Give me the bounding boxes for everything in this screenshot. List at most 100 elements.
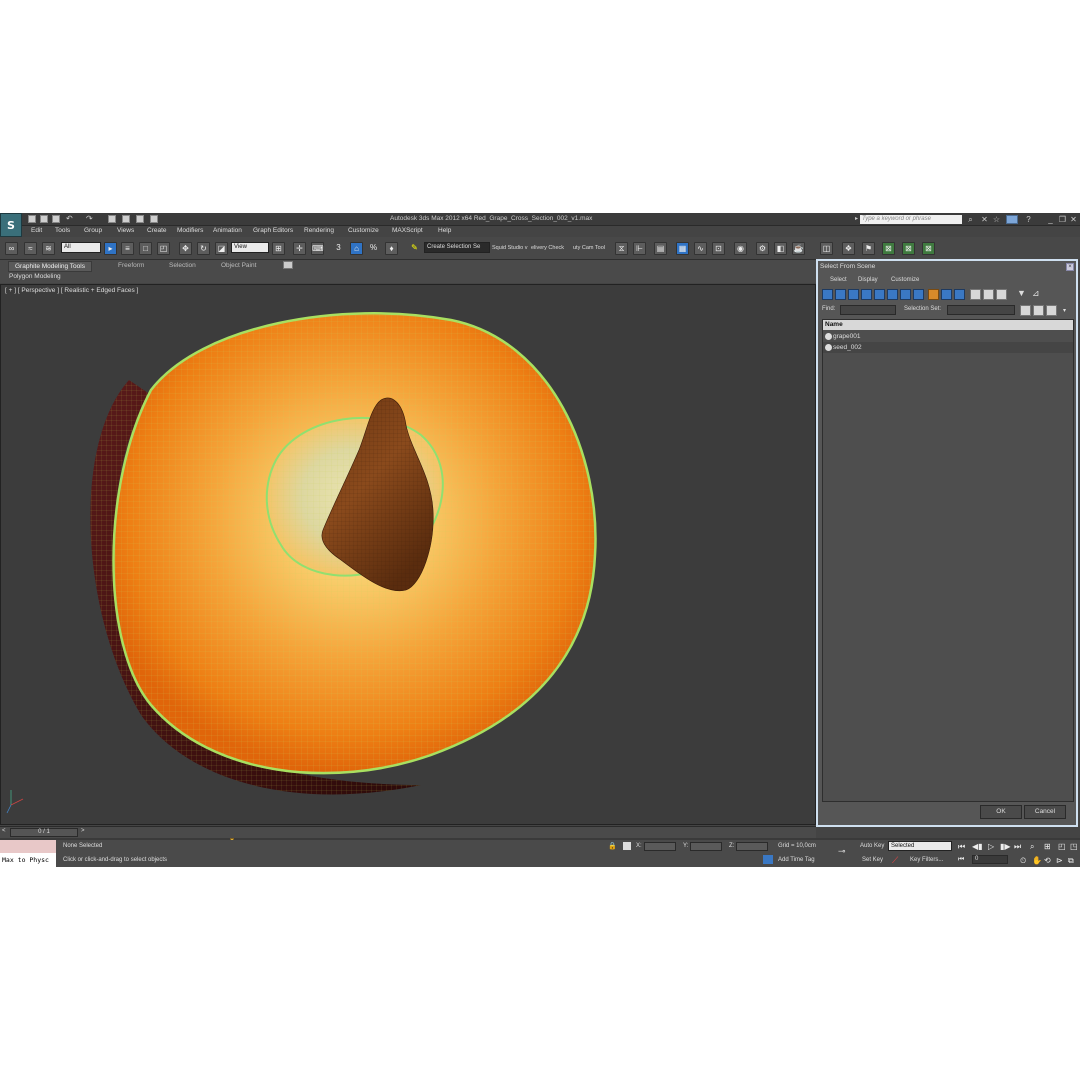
selection-filter-dropdown[interactable]: All	[61, 242, 101, 253]
zoom-extents-all-icon[interactable]: ◳	[1070, 842, 1078, 851]
tab-graphite-modeling-tools[interactable]: Graphite Modeling Tools	[8, 261, 92, 272]
menu-tools[interactable]: Tools	[55, 227, 70, 234]
menu-maxscript[interactable]: MAXScript	[392, 227, 423, 234]
play-icon[interactable]: ▷	[988, 842, 994, 851]
maximize-viewport-icon[interactable]: ⧉	[1068, 856, 1074, 866]
layer-manager-icon[interactable]: ▤	[654, 242, 667, 255]
dialog-icon-6[interactable]: ⊠	[922, 242, 935, 255]
current-frame-field[interactable]: 0	[972, 855, 1008, 864]
rect-selection-icon[interactable]: □	[139, 242, 152, 255]
menu-group[interactable]: Group	[84, 227, 102, 234]
transform-type-in-icon[interactable]	[623, 842, 631, 850]
zoom-all-icon[interactable]: ⊞	[1044, 842, 1051, 851]
key-mode-toggle-icon[interactable]: ⏮	[958, 856, 964, 864]
menu-modifiers[interactable]: Modifiers	[177, 227, 203, 234]
add-time-tag-button[interactable]: Add Time Tag	[778, 857, 815, 863]
unlink-icon[interactable]: ≈	[24, 242, 37, 255]
workspace-icon-1[interactable]	[122, 215, 130, 223]
angle-snap-icon[interactable]: ⌂	[350, 242, 363, 255]
go-to-end-icon[interactable]: ⏭	[1014, 842, 1021, 852]
orbit-icon[interactable]: ⟲	[1044, 856, 1051, 865]
schematic-view-icon[interactable]: ⊡	[712, 242, 725, 255]
find-options-icon-1[interactable]	[1020, 305, 1031, 316]
binoculars-icon[interactable]: ⌕	[966, 215, 975, 224]
filter-funnel-icon[interactable]: ▼	[1017, 289, 1028, 300]
reference-coord-dropdown[interactable]: View	[231, 242, 269, 253]
save-file-icon[interactable]	[52, 215, 60, 223]
display-influences-icon[interactable]	[996, 289, 1007, 300]
display-children-icon[interactable]	[983, 289, 994, 300]
set-key-icon[interactable]: ⟋	[892, 855, 898, 866]
link-icon[interactable]: ∞	[5, 242, 18, 255]
application-menu-button[interactable]: S	[0, 213, 22, 237]
next-frame-icon[interactable]: ▮▶	[1000, 842, 1011, 851]
named-selection-sets-dropdown[interactable]: Create Selection Se	[424, 242, 490, 253]
select-scale-icon[interactable]: ◪	[215, 242, 228, 255]
exchange-icon[interactable]	[1006, 215, 1018, 224]
new-file-icon[interactable]	[28, 215, 36, 223]
ok-button[interactable]: OK	[980, 805, 1022, 819]
pivot-center-icon[interactable]: ⊞	[272, 242, 285, 255]
plugin-label-delivery[interactable]: elivery Check	[531, 245, 564, 251]
cancel-button[interactable]: Cancel	[1024, 805, 1066, 819]
dialog-menu-select[interactable]: Select	[830, 277, 847, 283]
filter-cameras-icon[interactable]	[861, 289, 872, 300]
perspective-viewport[interactable]: [ + ] [ Perspective ] [ Realistic + Edge…	[0, 284, 816, 825]
pan-icon[interactable]: ✋	[1032, 856, 1042, 865]
zoom-icon[interactable]: ⌕	[1030, 842, 1034, 852]
snap-toggle-icon[interactable]: 3	[332, 242, 345, 255]
dialog-close-icon[interactable]: ×	[1066, 263, 1074, 271]
invert-selection-icon[interactable]	[970, 289, 981, 300]
hold-icon[interactable]	[108, 215, 116, 223]
previous-frame-icon[interactable]: ◀▮	[972, 842, 983, 851]
time-slider[interactable]: 0 / 1	[10, 828, 78, 837]
material-editor-icon[interactable]: ◉	[734, 242, 747, 255]
filter-spacewarps-icon[interactable]	[887, 289, 898, 300]
list-item[interactable]: seed_002	[823, 342, 1073, 353]
graphite-toggle-icon[interactable]: ▦	[676, 242, 689, 255]
tab-object-paint[interactable]: Object Paint	[221, 262, 256, 269]
filter-bones-icon[interactable]	[928, 289, 939, 300]
zoom-extents-icon[interactable]: ◰	[1058, 842, 1066, 851]
ribbon-options-icon[interactable]	[283, 261, 293, 269]
menu-edit[interactable]: Edit	[31, 227, 42, 234]
help-search-input[interactable]: Type a keyword or phrase	[860, 215, 962, 224]
find-input[interactable]	[840, 305, 896, 315]
workspace-icon-2[interactable]	[136, 215, 144, 223]
y-coord-field[interactable]	[690, 842, 722, 851]
key-icon[interactable]: ⊸	[838, 846, 846, 857]
spinner-snap-icon[interactable]: ♦	[385, 242, 398, 255]
selection-set-dropdown[interactable]	[947, 305, 1015, 315]
filter-shapes-icon[interactable]	[835, 289, 846, 300]
render-production-icon[interactable]: ☕	[792, 242, 805, 255]
dialog-icon-2[interactable]: ❖	[842, 242, 855, 255]
go-to-start-icon[interactable]: ⏮	[958, 842, 965, 852]
find-expand-icon[interactable]: ▾	[1063, 307, 1066, 314]
plugin-label-squid[interactable]: Squid Studio v	[492, 245, 527, 251]
name-column-header[interactable]: Name	[823, 320, 1073, 330]
select-none-icon[interactable]	[954, 289, 965, 300]
time-next-button[interactable]: >	[81, 828, 85, 834]
menu-graph-editors[interactable]: Graph Editors	[253, 227, 293, 234]
window-crossing-icon[interactable]: ◰	[157, 242, 170, 255]
lock-icon[interactable]: 🔒	[608, 842, 617, 850]
dialog-icon-3[interactable]: ⚑	[862, 242, 875, 255]
key-mode-dropdown[interactable]: Selected	[888, 841, 952, 851]
list-item[interactable]: grape001	[823, 331, 1073, 342]
dialog-menu-display[interactable]: Display	[858, 277, 878, 283]
menu-create[interactable]: Create	[147, 227, 167, 234]
render-setup-icon[interactable]: ⚙	[756, 242, 769, 255]
polygon-modeling-panel[interactable]: Polygon Modeling	[9, 273, 61, 280]
restore-icon[interactable]: ❐	[1058, 215, 1067, 224]
select-rotate-icon[interactable]: ↻	[197, 242, 210, 255]
find-options-icon-2[interactable]	[1033, 305, 1044, 316]
align-icon[interactable]: ⊩	[633, 242, 646, 255]
filter-geometry-icon[interactable]	[822, 289, 833, 300]
dialog-icon-1[interactable]: ◫	[820, 242, 833, 255]
mirror-icon[interactable]: ⧖	[615, 242, 628, 255]
key-filters-button[interactable]: Key Filters...	[910, 857, 943, 863]
field-of-view-icon[interactable]: ⊳	[1056, 856, 1063, 865]
filter-options-icon[interactable]: ⊿	[1032, 289, 1043, 300]
edit-named-selection-icon[interactable]: ✎	[408, 242, 421, 255]
filter-xrefs-icon[interactable]	[913, 289, 924, 300]
